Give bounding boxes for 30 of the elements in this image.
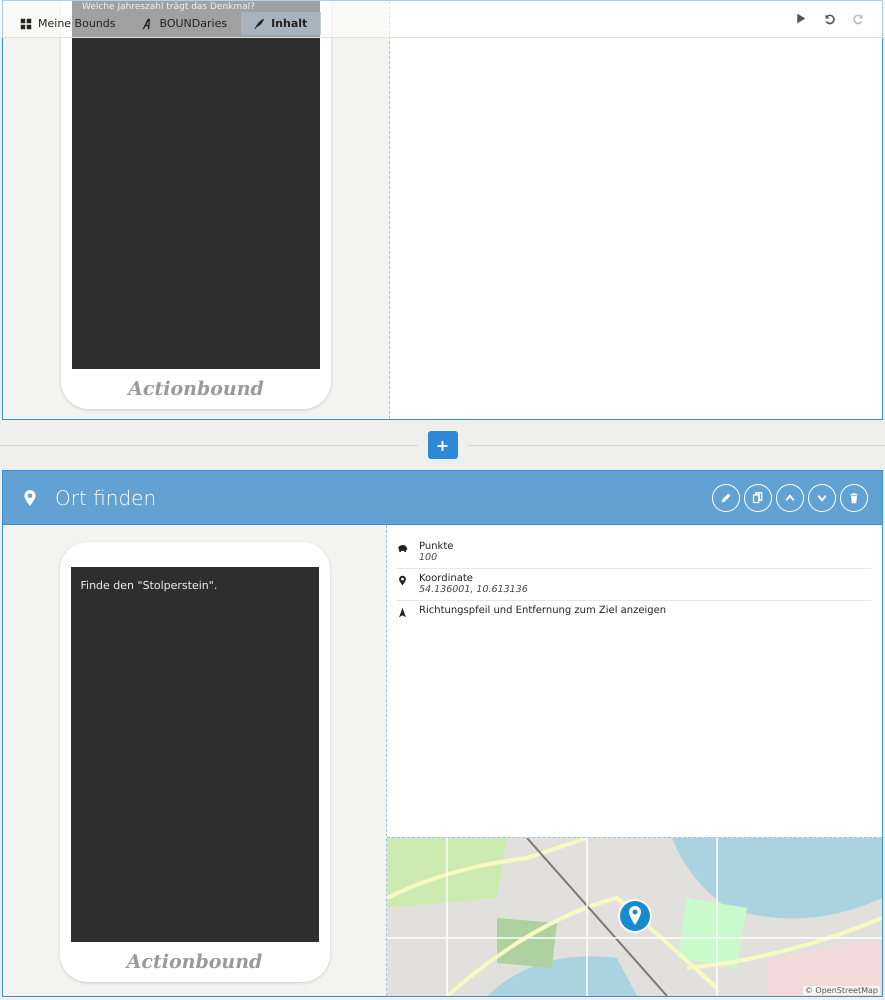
property-value: 54.136001, 10.613136 <box>419 584 528 595</box>
breadcrumb[interactable]: Inhalt <box>241 12 322 35</box>
copy-icon <box>752 492 764 504</box>
grid-icon <box>20 18 32 30</box>
edit-button[interactable] <box>712 484 740 512</box>
duplicate-button[interactable] <box>744 484 772 512</box>
screen-text: Finde den "Stolperstein". <box>80 579 218 592</box>
undo-icon[interactable] <box>823 12 836 25</box>
trash-icon <box>848 492 860 504</box>
brand-logo: Actionbound <box>128 378 264 400</box>
pencil-icon <box>720 492 732 504</box>
move-up-button[interactable] <box>776 484 804 512</box>
arrow-icon <box>397 607 408 618</box>
property-label: Koordinate <box>419 573 474 584</box>
screen-text: Welche Jahreszahl trägt das Denkmal? <box>82 2 255 12</box>
property-label: Punkte <box>419 541 454 552</box>
move-down-button[interactable] <box>808 484 836 512</box>
property-label: Richtungspfeil und Entfernung zum Ziel anzeigen <box>419 605 666 616</box>
piggy-bank-icon <box>397 543 408 554</box>
card-title: Ort finden <box>55 486 156 510</box>
map-attribution: © OpenStreetMap <box>802 986 880 995</box>
feather-icon <box>253 18 266 30</box>
breadcrumb[interactable]: Meine Bounds <box>8 12 130 35</box>
chevron-up-icon <box>784 492 796 504</box>
add-button[interactable]: + <box>428 431 458 459</box>
property-value: 100 <box>419 552 438 563</box>
brand-logo: Actionbound <box>126 951 262 973</box>
map-pin-icon <box>617 898 653 934</box>
pin-icon <box>397 575 408 586</box>
delete-button[interactable] <box>840 484 868 512</box>
